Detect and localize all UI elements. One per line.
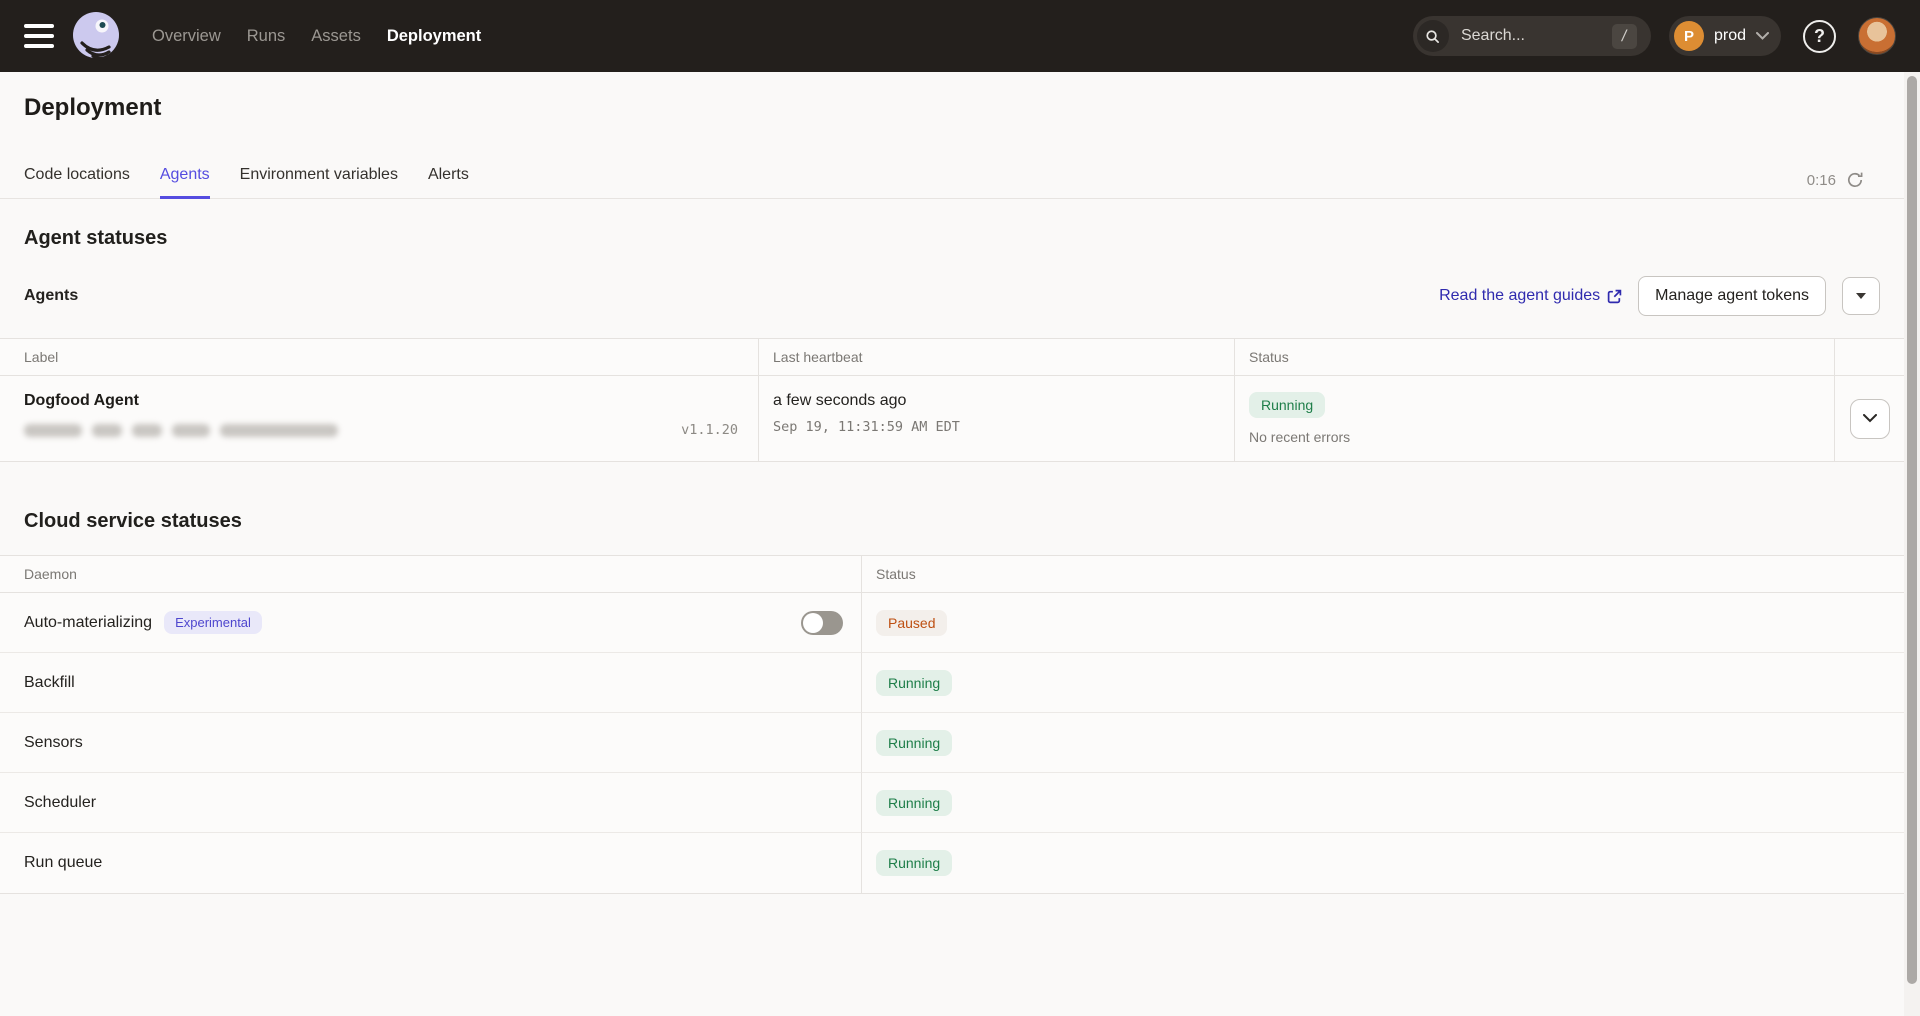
- refresh-icon[interactable]: [1846, 171, 1864, 189]
- daemon-status-badge: Paused: [876, 610, 947, 636]
- caret-down-icon: [1856, 293, 1866, 299]
- agent-statuses-heading: Agent statuses: [24, 227, 1880, 250]
- agent-guides-link[interactable]: Read the agent guides: [1439, 287, 1622, 305]
- agents-subheading: Agents: [24, 287, 78, 305]
- tab-environment-variables[interactable]: Environment variables: [240, 156, 398, 198]
- daemon-name: Backfill: [24, 674, 75, 692]
- org-switcher[interactable]: P prod: [1669, 16, 1781, 56]
- agent-tokens-menu-button[interactable]: [1842, 277, 1880, 315]
- heartbeat-timestamp: Sep 19, 11:31:59 AM EDT: [773, 419, 1220, 435]
- agent-version: v1.1.20: [681, 422, 744, 438]
- daemon-name: Auto-materializing: [24, 614, 152, 632]
- column-header-daemon: Daemon: [0, 556, 862, 593]
- cloud-service-statuses-heading: Cloud service statuses: [24, 510, 1880, 533]
- agent-id-redacted: [24, 424, 338, 437]
- chevron-down-icon: [1863, 414, 1877, 423]
- search-input[interactable]: [1461, 27, 1579, 45]
- auto-materializing-toggle[interactable]: [801, 611, 843, 635]
- column-header-label: Label: [0, 339, 759, 376]
- scrollbar-thumb[interactable]: [1907, 76, 1917, 984]
- slash-shortcut-key: /: [1612, 24, 1637, 49]
- main-content: Deployment Code locations Agents Environ…: [0, 72, 1904, 894]
- agent-heartbeat-cell: a few seconds ago Sep 19, 11:31:59 AM ED…: [759, 376, 1235, 461]
- refresh-timer: 0:16: [1807, 172, 1836, 189]
- agent-status-cell: Running No recent errors: [1235, 376, 1835, 461]
- user-avatar[interactable]: [1858, 17, 1896, 55]
- daemon-name: Run queue: [24, 854, 102, 872]
- column-header-last-heartbeat: Last heartbeat: [759, 339, 1235, 376]
- heartbeat-relative: a few seconds ago: [773, 392, 1220, 410]
- nav-item-deployment[interactable]: Deployment: [387, 27, 481, 46]
- daemon-status-badge: Running: [876, 790, 952, 816]
- external-link-icon: [1607, 289, 1622, 304]
- agent-status-badge: Running: [1249, 392, 1325, 418]
- nav-item-overview[interactable]: Overview: [152, 27, 221, 46]
- scrollbar-track: [1904, 72, 1920, 1016]
- help-icon[interactable]: ?: [1803, 20, 1836, 53]
- column-header-daemon-status: Status: [862, 556, 1904, 593]
- daemon-name: Scheduler: [24, 794, 96, 812]
- agents-toolbar: Agents Read the agent guides Manage agen…: [24, 276, 1880, 316]
- dagster-logo-icon[interactable]: [70, 10, 122, 62]
- agent-label-cell: Dogfood Agent v1.1.20: [0, 376, 759, 461]
- daemon-status-badge: Running: [876, 730, 952, 756]
- search-icon: [1417, 20, 1449, 52]
- agent-guides-link-label: Read the agent guides: [1439, 287, 1600, 305]
- deployment-tabs: Code locations Agents Environment variab…: [0, 156, 1904, 199]
- search-box[interactable]: /: [1413, 16, 1651, 56]
- experimental-badge: Experimental: [164, 611, 262, 634]
- tab-code-locations[interactable]: Code locations: [24, 156, 130, 198]
- agent-status-note: No recent errors: [1249, 429, 1820, 445]
- nav-item-runs[interactable]: Runs: [247, 27, 286, 46]
- top-nav: Overview Runs Assets Deployment / P prod…: [0, 0, 1920, 72]
- column-header-actions: [1835, 339, 1904, 376]
- menu-icon[interactable]: [24, 24, 54, 48]
- daemon-name: Sensors: [24, 734, 83, 752]
- org-name: prod: [1714, 27, 1746, 45]
- daemon-status-badge: Running: [876, 850, 952, 876]
- expand-agent-row-button[interactable]: [1850, 399, 1890, 439]
- primary-nav: Overview Runs Assets Deployment: [152, 27, 481, 46]
- agent-actions-cell: [1835, 376, 1904, 461]
- chevron-down-icon: [1756, 32, 1769, 40]
- agents-table: Label Last heartbeat Status Dogfood Agen…: [0, 338, 1904, 462]
- manage-agent-tokens-button[interactable]: Manage agent tokens: [1638, 276, 1826, 316]
- org-avatar: P: [1674, 21, 1704, 51]
- tab-alerts[interactable]: Alerts: [428, 156, 469, 198]
- tab-agents[interactable]: Agents: [160, 156, 210, 198]
- agent-name: Dogfood Agent: [24, 392, 744, 410]
- daemon-status-badge: Running: [876, 670, 952, 696]
- nav-item-assets[interactable]: Assets: [311, 27, 361, 46]
- column-header-status: Status: [1235, 339, 1835, 376]
- cloud-services-table: Daemon Status Auto-materializing Experim…: [0, 555, 1904, 894]
- page-title: Deployment: [24, 94, 1880, 122]
